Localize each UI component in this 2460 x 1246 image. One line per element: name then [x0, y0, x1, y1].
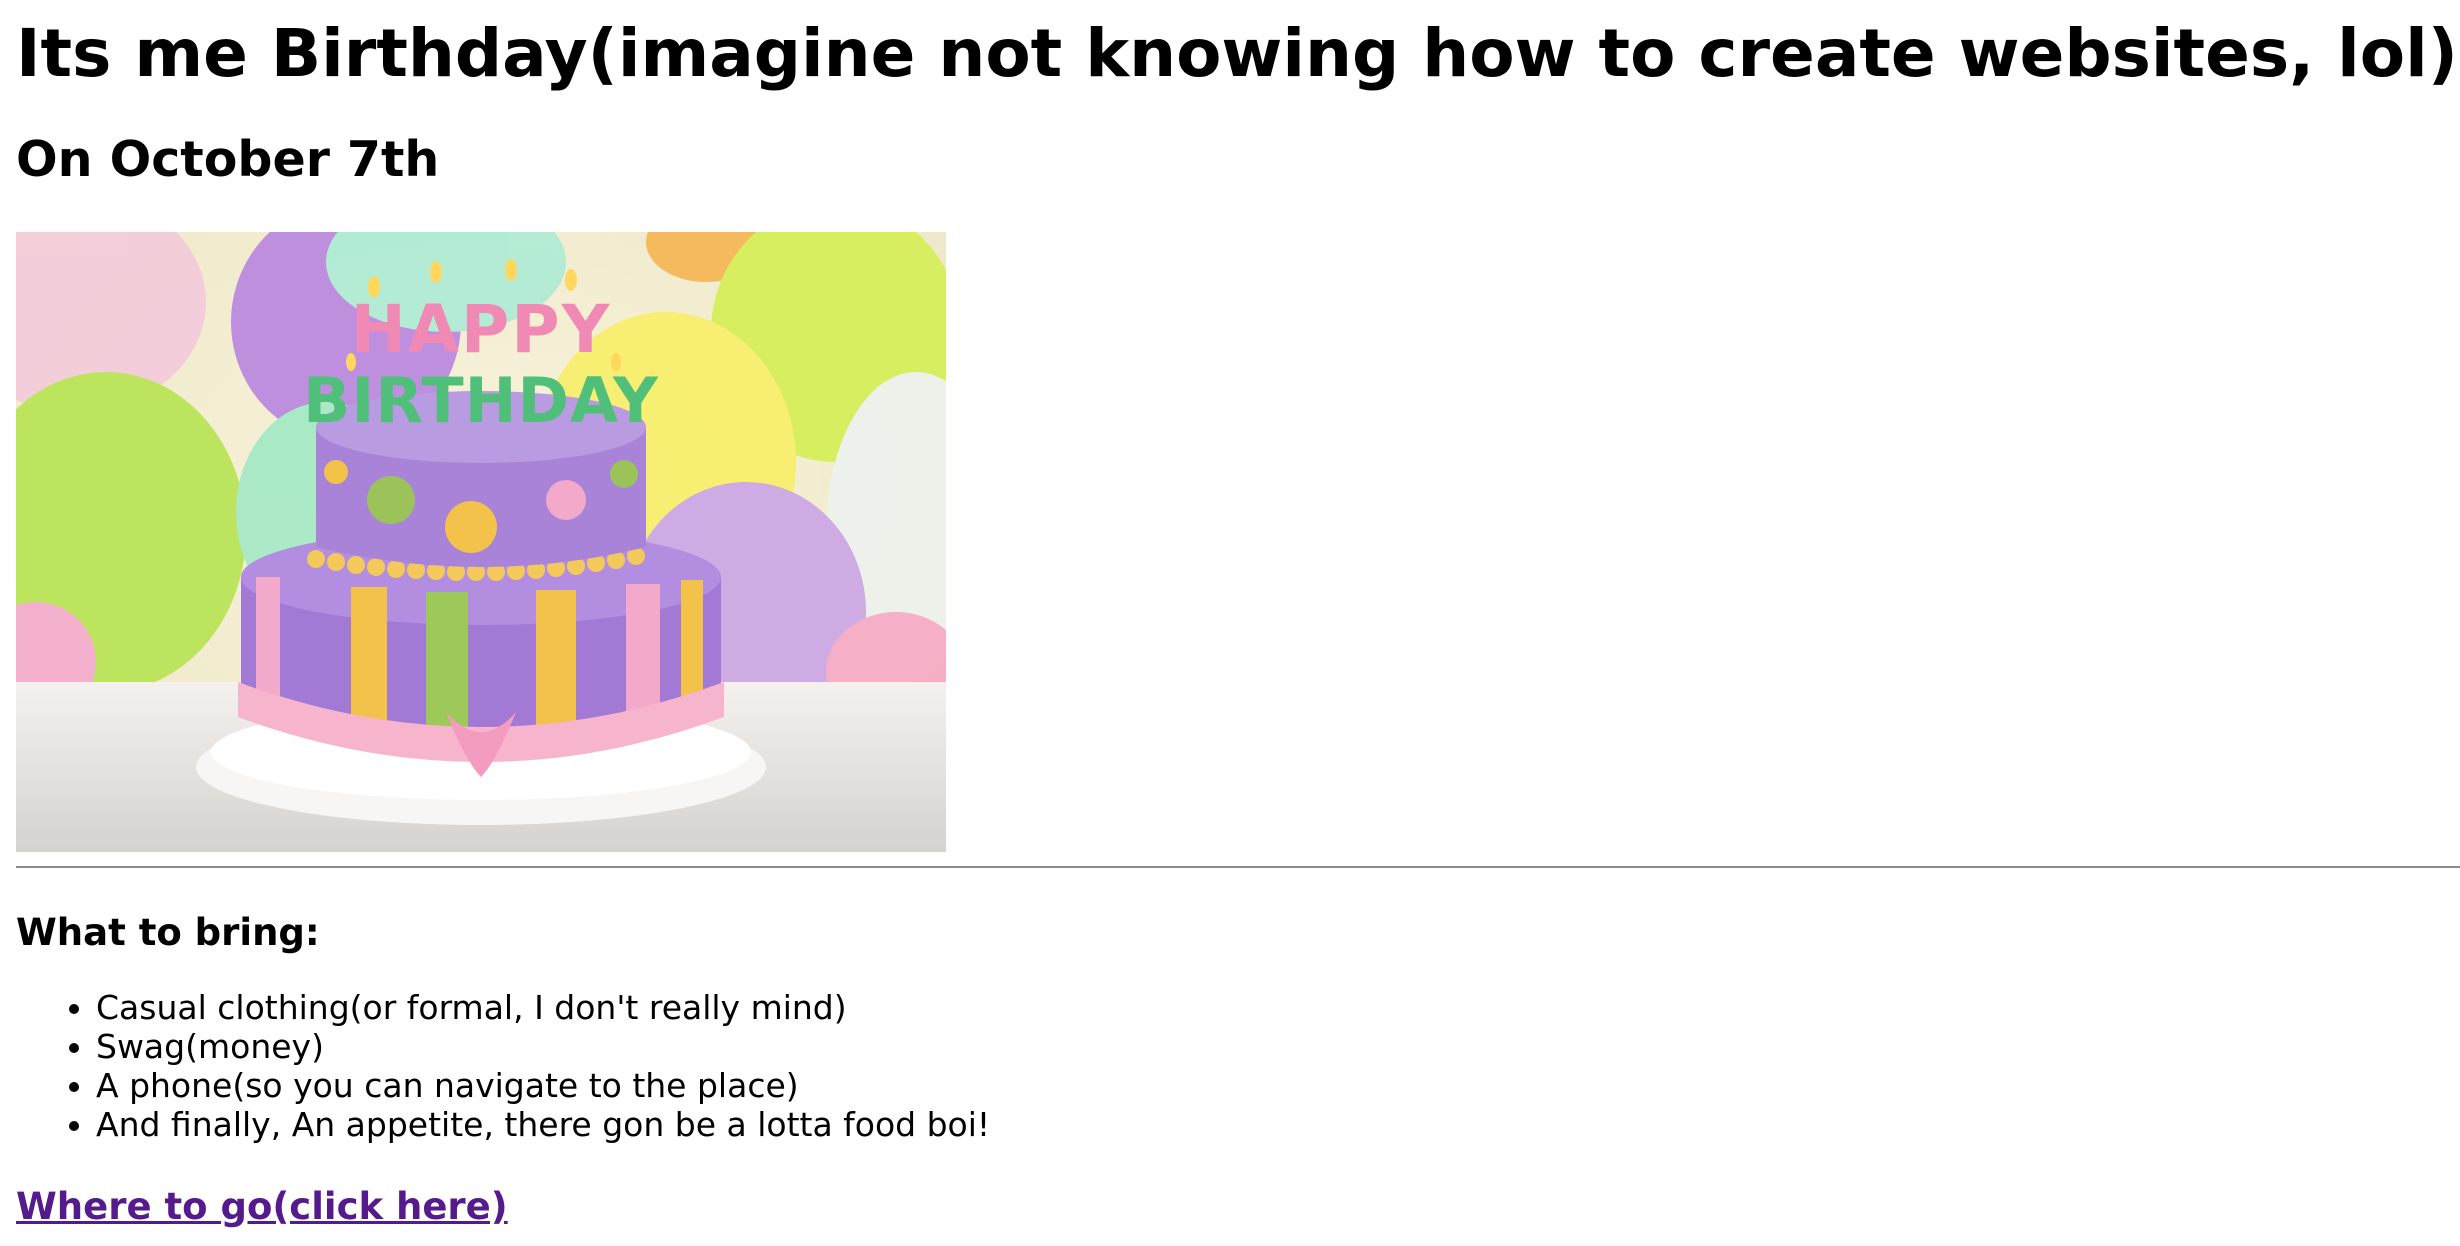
where-to-go-link[interactable]: Where to go(click here)	[16, 1182, 508, 1232]
birthday-cake-image: HAPPY BIRTHDAY	[16, 232, 946, 852]
cake-topper-happy: HAPPY	[351, 291, 612, 368]
list-item: A phone(so you can navigate to the place…	[96, 1066, 990, 1105]
list-item: Swag(money)	[96, 1027, 990, 1066]
page-title: Its me Birthday(imagine not knowing how …	[16, 15, 2458, 92]
section-divider	[16, 866, 2460, 868]
list-item: And finally, An appetite, there gon be a…	[96, 1105, 990, 1144]
bring-list: Casual clothing(or formal, I don't reall…	[16, 988, 990, 1144]
event-date: On October 7th	[16, 131, 440, 188]
list-item: Casual clothing(or formal, I don't reall…	[96, 988, 990, 1027]
page: Its me Birthday(imagine not knowing how …	[0, 0, 2460, 1246]
what-to-bring-heading: What to bring:	[16, 911, 320, 954]
cake-topper-birthday: BIRTHDAY	[303, 364, 659, 437]
